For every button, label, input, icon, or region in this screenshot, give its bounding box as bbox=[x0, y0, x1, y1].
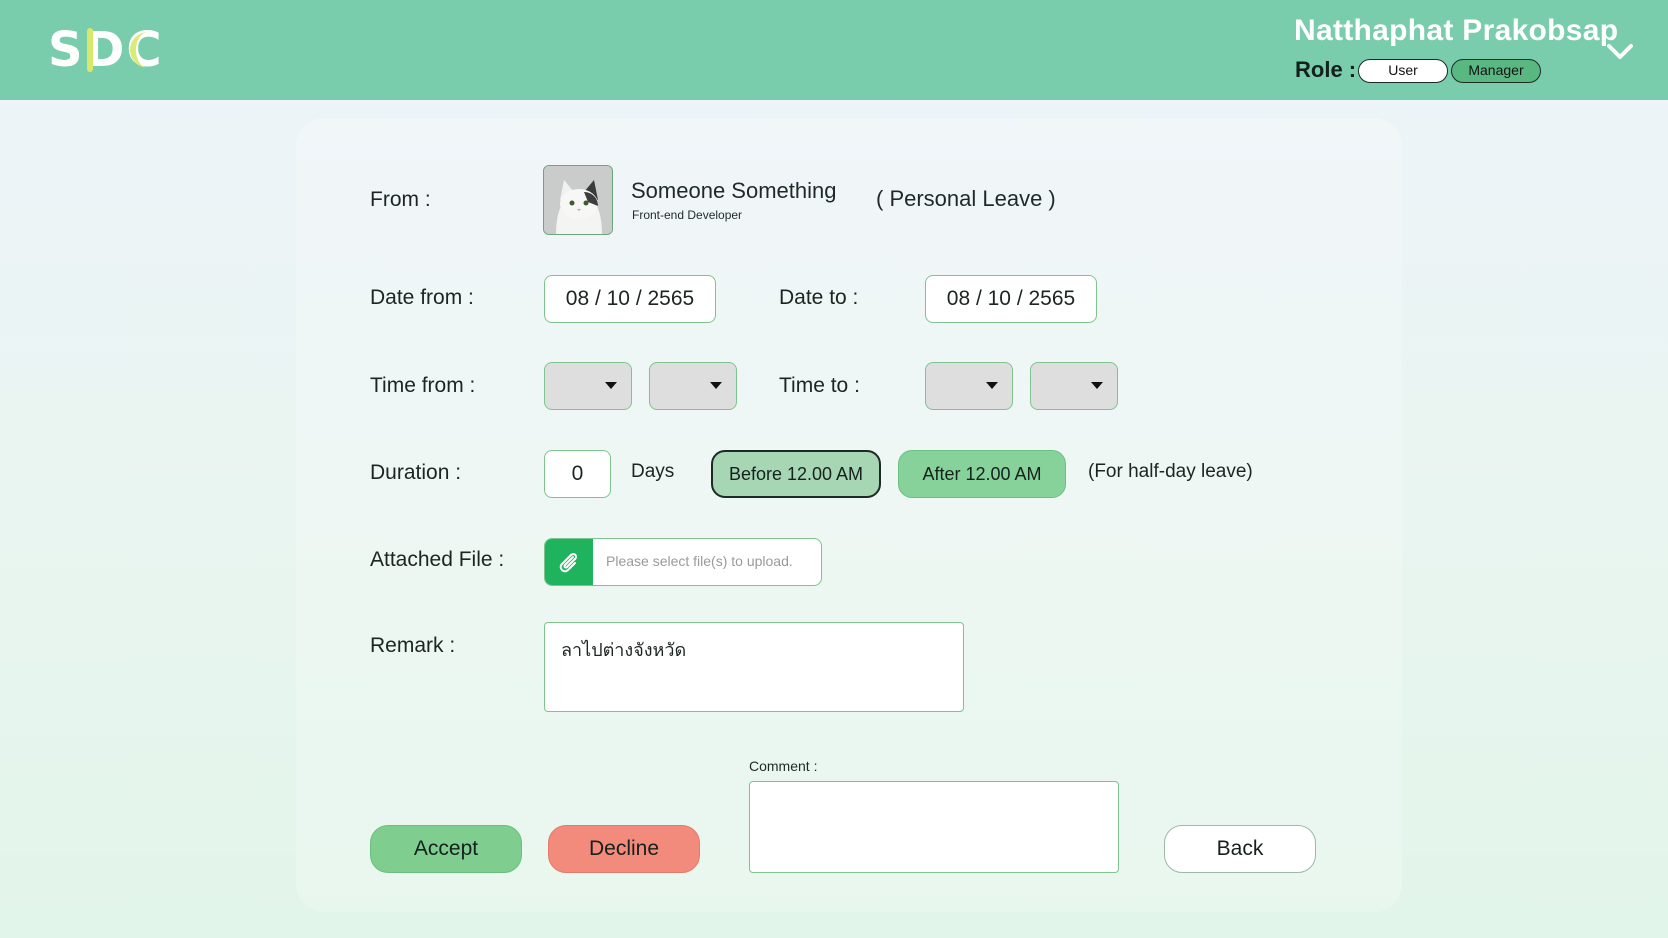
remark-label: Remark : bbox=[370, 634, 456, 657]
date-to-field[interactable]: 08 / 10 / 2565 bbox=[925, 275, 1097, 323]
role-manager-toggle[interactable]: Manager bbox=[1451, 59, 1541, 83]
dropdown-arrow-icon bbox=[986, 382, 998, 389]
comment-label: Comment : bbox=[749, 758, 818, 774]
leave-type: ( Personal Leave ) bbox=[876, 186, 1056, 211]
after-noon-toggle[interactable]: After 12.00 AM bbox=[898, 450, 1066, 498]
top-bar: SDC Natthaphat Prakobsap Role : User Man… bbox=[0, 0, 1668, 100]
dropdown-arrow-icon bbox=[710, 382, 722, 389]
duration-label: Duration : bbox=[370, 461, 462, 484]
comment-textarea[interactable] bbox=[749, 781, 1119, 873]
chevron-down-icon[interactable] bbox=[1606, 42, 1634, 62]
back-button[interactable]: Back bbox=[1164, 825, 1316, 873]
decline-button[interactable]: Decline bbox=[548, 825, 700, 873]
date-from-field[interactable]: 08 / 10 / 2565 bbox=[544, 275, 716, 323]
before-noon-toggle[interactable]: Before 12.00 AM bbox=[711, 450, 881, 498]
remark-textarea[interactable]: ลาไปต่างจังหวัด bbox=[544, 622, 964, 712]
paperclip-icon[interactable] bbox=[545, 539, 593, 585]
time-from-minute-select[interactable] bbox=[649, 362, 737, 410]
file-upload-field[interactable]: Please select file(s) to upload. bbox=[544, 538, 822, 586]
employee-position: Front-end Developer bbox=[632, 208, 743, 222]
user-name: Natthaphat Prakobsap bbox=[1294, 14, 1619, 47]
role-user-toggle[interactable]: User bbox=[1358, 59, 1448, 83]
time-to-hour-select[interactable] bbox=[925, 362, 1013, 410]
file-upload-placeholder: Please select file(s) to upload. bbox=[606, 553, 793, 569]
date-to-label: Date to : bbox=[779, 286, 859, 309]
sdc-logo[interactable]: SDC bbox=[48, 22, 164, 78]
half-day-note: (For half-day leave) bbox=[1088, 461, 1253, 482]
dropdown-arrow-icon bbox=[605, 382, 617, 389]
time-to-minute-select[interactable] bbox=[1030, 362, 1118, 410]
date-from-label: Date from : bbox=[370, 286, 474, 309]
employee-name: Someone Something bbox=[631, 178, 837, 203]
accept-button[interactable]: Accept bbox=[370, 825, 522, 873]
role-label: Role : bbox=[1295, 57, 1357, 82]
cat-avatar-icon bbox=[544, 166, 612, 234]
time-from-hour-select[interactable] bbox=[544, 362, 632, 410]
time-from-label: Time from : bbox=[370, 374, 476, 397]
dropdown-arrow-icon bbox=[1091, 382, 1103, 389]
from-label: From : bbox=[370, 188, 431, 211]
time-to-label: Time to : bbox=[779, 374, 860, 397]
employee-avatar bbox=[543, 165, 613, 235]
duration-input[interactable]: 0 bbox=[544, 450, 611, 498]
duration-unit: Days bbox=[631, 461, 675, 482]
attached-file-label: Attached File : bbox=[370, 548, 505, 571]
